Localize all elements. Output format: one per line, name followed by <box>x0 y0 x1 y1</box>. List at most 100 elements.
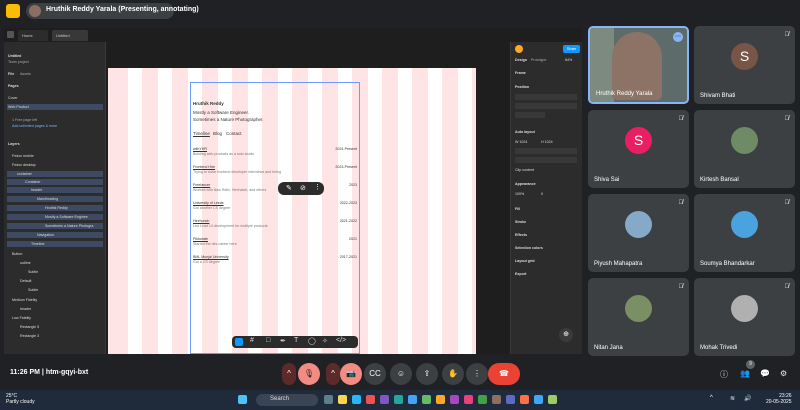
pen-tool-icon[interactable]: ✒ <box>280 337 286 345</box>
app-icon[interactable] <box>408 395 417 404</box>
app-icon[interactable] <box>436 395 445 404</box>
camera-toggle-button[interactable]: 📷 <box>340 363 362 385</box>
layer-item[interactable]: Timeline <box>7 241 103 247</box>
taskbar-clock[interactable]: 23:26 20-05-2025 <box>766 393 792 405</box>
layer-item[interactable]: Hruthik Reddy <box>7 205 103 211</box>
actions-tool-icon[interactable]: ✧ <box>322 337 328 345</box>
app-icon[interactable] <box>380 395 389 404</box>
layer-item[interactable]: Fedox mobile <box>12 154 34 158</box>
alignment-row[interactable] <box>515 94 577 100</box>
raise-hand-button[interactable]: ✋ <box>442 363 464 385</box>
height-field[interactable]: H 1024 <box>541 140 553 144</box>
layer-item[interactable]: Low Fidelity <box>12 316 31 320</box>
zoom-icon[interactable]: ⊕ <box>559 328 573 342</box>
layer-item[interactable]: Fedox desktop <box>12 163 36 167</box>
section-fill[interactable]: Fill <box>515 207 520 211</box>
participant-tile[interactable]: 🎙̸ Piyush Mahapatra <box>588 194 689 272</box>
app-icon[interactable] <box>520 395 529 404</box>
info-icon[interactable]: ⓘ <box>720 369 728 380</box>
page-cover[interactable]: Cover <box>8 96 18 100</box>
app-icon[interactable] <box>534 395 543 404</box>
figma-canvas[interactable]: Hruthik Reddy Mostly a Software Engineer… <box>106 42 510 354</box>
emoji-button[interactable]: ☺ <box>390 363 412 385</box>
frame-tool-icon[interactable]: # <box>250 337 254 344</box>
participant-tile[interactable]: 🎙̸ Kirtesh Bansal <box>694 110 795 188</box>
layer-item[interactable]: Default <box>20 279 31 283</box>
camera-options-button[interactable]: ^ <box>326 363 340 385</box>
participant-tile-presenter[interactable]: ⋯ Hruthik Reddy Yarala <box>588 26 689 104</box>
tray-chevron-icon[interactable]: ^ <box>710 395 719 404</box>
wifi-icon[interactable]: ≋ <box>730 395 739 404</box>
presenter-pill[interactable]: Hruthik Reddy Yarala (Presenting, annota… <box>26 3 199 19</box>
frame-label[interactable]: Frame <box>515 71 526 75</box>
spacing-row[interactable] <box>515 148 577 154</box>
participant-tile[interactable]: 🎙̸ Soumya Bhandarkar <box>694 194 795 272</box>
app-icon[interactable] <box>366 395 375 404</box>
layer-item[interactable]: Sometimes a Nature Photogra <box>7 223 103 229</box>
activities-icon[interactable]: ⚙ <box>780 369 787 378</box>
rotation-field[interactable] <box>515 112 545 118</box>
xy-row[interactable] <box>515 103 577 109</box>
section-export[interactable]: Export <box>515 272 526 276</box>
clip-content[interactable]: Clip content <box>515 168 534 172</box>
people-icon[interactable]: 👥 <box>740 369 750 378</box>
layer-item[interactable]: Medium Fidelity <box>12 298 37 302</box>
mic-options-button[interactable]: ^ <box>282 363 296 385</box>
layer-item[interactable]: Subtle <box>28 288 38 292</box>
more-options-icon[interactable]: ⋯ <box>673 32 683 42</box>
chrome-icon[interactable] <box>478 395 487 404</box>
participant-tile[interactable]: 🎙̸ Mohak Trivedi <box>694 278 795 356</box>
present-button[interactable]: ⇪ <box>416 363 438 385</box>
move-tool-icon[interactable] <box>235 338 243 346</box>
hide-icon[interactable]: ⊘ <box>300 184 306 192</box>
user-avatar[interactable] <box>515 45 523 53</box>
file-explorer-icon[interactable] <box>338 395 347 404</box>
participant-tile[interactable]: 🎙̸ S Shivam Bhati <box>694 26 795 104</box>
tab-home[interactable]: Home <box>18 30 48 41</box>
section-effects[interactable]: Effects <box>515 233 527 237</box>
layer-item[interactable]: Container <box>7 179 103 185</box>
weather-widget[interactable]: 25°C Partly cloudy <box>6 393 35 405</box>
tab-untitled[interactable]: Untitled <box>52 30 88 41</box>
zoom-level[interactable]: 84% <box>565 58 572 62</box>
tab-design[interactable]: Design <box>515 58 527 62</box>
app-icon[interactable] <box>394 395 403 404</box>
design-frame[interactable]: Hruthik Reddy Mostly a Software Engineer… <box>108 68 476 354</box>
unlimited-link[interactable]: Add unlimited pages & more <box>12 124 57 128</box>
participant-tile[interactable]: 🎙̸ S Shiva Sai <box>588 110 689 188</box>
padding-row[interactable] <box>515 157 577 163</box>
app-icon[interactable] <box>492 395 501 404</box>
layer-item[interactable]: container <box>7 171 103 177</box>
rectangle-tool-icon[interactable]: □ <box>266 337 270 344</box>
layer-item[interactable]: Subtle <box>28 270 38 274</box>
container-selection[interactable]: Hruthik Reddy Mostly a Software Engineer… <box>190 82 360 354</box>
page-web-product[interactable]: Web Product <box>7 104 103 110</box>
opacity-field[interactable]: 100% <box>515 192 524 196</box>
comment-tool-icon[interactable]: ◯ <box>308 337 316 345</box>
nav-tab-assets[interactable]: Assets <box>20 72 31 76</box>
captions-button[interactable]: CC <box>364 363 386 385</box>
radius-field[interactable]: 0 <box>541 192 543 196</box>
layer-item[interactable]: Navigation <box>7 232 103 238</box>
task-view-icon[interactable] <box>324 395 333 404</box>
chat-icon[interactable]: 💬 <box>760 369 770 378</box>
layer-item[interactable]: Button <box>12 252 22 256</box>
section-layout-grid[interactable]: Layout grid <box>515 259 535 263</box>
layer-item[interactable]: Mostly a Software Enginee <box>7 214 103 220</box>
more-icon[interactable]: ⋮ <box>314 183 321 191</box>
text-tool-icon[interactable]: T <box>294 337 298 344</box>
layer-item[interactable]: header <box>7 187 103 193</box>
volume-icon[interactable]: 🔊 <box>744 395 753 404</box>
app-icon[interactable] <box>422 395 431 404</box>
tab-prototype[interactable]: Prototype <box>531 58 546 62</box>
mic-toggle-button[interactable]: 🎙 <box>298 363 320 385</box>
code-tool-icon[interactable]: </> <box>336 337 346 344</box>
windows-start-icon[interactable] <box>238 395 247 404</box>
more-options-button[interactable]: ⋮ <box>466 363 488 385</box>
layer-item[interactable]: header <box>20 307 31 311</box>
app-icon[interactable] <box>464 395 473 404</box>
app-icon[interactable] <box>548 395 557 404</box>
app-icon[interactable] <box>450 395 459 404</box>
layer-item[interactable]: Rectangle 3 <box>20 334 39 338</box>
layer-item[interactable]: MainHeading <box>7 196 103 202</box>
